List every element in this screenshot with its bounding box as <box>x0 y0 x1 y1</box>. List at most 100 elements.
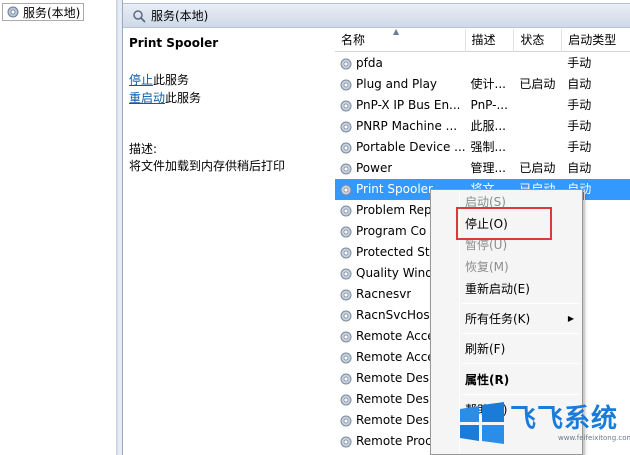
service-name: pfda <box>356 56 383 70</box>
pane-header: 服务(本地) <box>123 3 630 28</box>
service-name: Quality Wind <box>356 266 433 280</box>
service-name: PNRP Machine ... <box>356 119 458 133</box>
watermark: 飞飞系统 www.feifeixitong.com <box>458 398 630 455</box>
table-row[interactable]: PnP-X IP Bus En... PnP-... 手动 <box>335 95 630 116</box>
service-description-cell: 管理... <box>470 161 506 175</box>
stop-service-link[interactable]: 停止 <box>129 73 153 87</box>
menu-separator <box>462 363 579 364</box>
service-status-cell <box>514 95 562 116</box>
service-name: Program Co <box>356 224 427 238</box>
service-name: Remote Desl <box>356 392 433 406</box>
console-tree: 服务(本地) <box>0 0 117 455</box>
service-gear-icon <box>339 246 353 260</box>
service-gear-icon <box>339 78 353 92</box>
service-name-cell: Power <box>335 158 466 179</box>
service-gear-icon <box>339 351 353 365</box>
table-row[interactable]: Plug and Play 使计... 已启动 自动 <box>335 74 630 95</box>
service-status-cell <box>514 116 562 137</box>
service-startup-cell: 手动 <box>567 119 592 133</box>
service-status-cell: 已启动 <box>519 77 556 91</box>
service-gear-icon <box>339 225 353 239</box>
column-header-status[interactable]: 状态 <box>514 29 563 52</box>
column-header-startup-type[interactable]: 启动类型 <box>562 29 630 52</box>
service-name: Remote Acce <box>356 350 435 364</box>
column-header-name[interactable]: ▲ 名称 <box>335 29 466 52</box>
service-description-cell <box>466 53 515 74</box>
gear-icon <box>6 5 20 19</box>
stop-service-line: 停止此服务 <box>129 71 189 88</box>
column-header-description[interactable]: 描述 <box>466 29 515 52</box>
service-name: Power <box>356 161 393 175</box>
service-gear-icon <box>339 393 353 407</box>
menu-item-resume[interactable]: 恢复(M) <box>465 257 509 277</box>
service-gear-icon <box>339 414 353 428</box>
service-gear-icon <box>339 204 353 218</box>
service-gear-icon <box>339 141 353 155</box>
sort-ascending-icon: ▲ <box>393 29 400 36</box>
service-name: Remote Deskt <box>356 413 441 427</box>
service-startup-cell: 手动 <box>567 98 592 112</box>
service-name: Problem Rep <box>356 203 432 217</box>
tree-item-label: 服务(本地) <box>23 5 81 20</box>
table-row[interactable]: Portable Device ... 强制... 手动 <box>335 137 630 158</box>
service-startup-cell: 自动 <box>567 161 592 175</box>
service-gear-icon <box>339 183 353 197</box>
service-status-cell: 已启动 <box>519 161 556 175</box>
service-startup-cell: 手动 <box>567 56 592 70</box>
service-gear-icon <box>339 288 353 302</box>
stop-service-suffix: 此服务 <box>153 73 190 87</box>
service-gear-icon <box>339 435 353 449</box>
menu-separator <box>462 394 579 395</box>
service-name: Print Spooler <box>356 182 433 196</box>
service-description-cell: PnP-... <box>470 98 508 112</box>
services-window: 服务(本地) 服务(本地) Print Spooler 停止此服务 重启动此服务… <box>0 0 630 455</box>
menu-item-refresh[interactable]: 刷新(F) <box>465 339 505 359</box>
watermark-url: www.feifeixitong.com <box>558 434 630 442</box>
service-description-cell: 使计... <box>470 77 506 91</box>
service-name: Remote Desl <box>356 371 433 385</box>
service-gear-icon <box>339 162 353 176</box>
restart-service-suffix: 此服务 <box>165 91 202 105</box>
service-status-cell <box>514 137 562 158</box>
submenu-arrow-icon: ▶ <box>567 314 574 323</box>
service-name-cell: PNRP Machine ... <box>335 116 466 137</box>
service-name: Portable Device ... <box>356 140 466 154</box>
watermark-title: 飞飞系统 <box>510 404 619 434</box>
service-gear-icon <box>339 330 353 344</box>
service-gear-icon <box>339 57 353 71</box>
menu-separator <box>462 333 579 334</box>
search-icon <box>132 9 146 23</box>
list-header: ▲ 名称 描述 状态 启动类型 <box>335 29 630 52</box>
table-row[interactable]: pfda 手动 <box>335 53 630 74</box>
service-startup-cell: 自动 <box>567 77 592 91</box>
service-description-cell: 此服... <box>470 119 506 133</box>
menu-item-restart[interactable]: 重新启动(E) <box>465 279 530 299</box>
service-name: Print Spooler <box>129 36 219 50</box>
table-row[interactable]: Power 管理... 已启动 自动 <box>335 158 630 179</box>
menu-item-properties[interactable]: 属性(R) <box>465 370 509 390</box>
tree-item-services-local[interactable]: 服务(本地) <box>2 3 85 21</box>
stop-highlight-annotation <box>456 207 552 240</box>
restart-service-line: 重启动此服务 <box>129 89 201 106</box>
service-gear-icon <box>339 99 353 113</box>
windows-logo-icon <box>460 402 504 444</box>
table-row[interactable]: PNRP Machine ... 此服... 手动 <box>335 116 630 137</box>
restart-service-link[interactable]: 重启动 <box>129 91 165 105</box>
service-name: PnP-X IP Bus En... <box>356 98 461 112</box>
service-name: RacnSvcHost <box>356 308 435 322</box>
pane-title: 服务(本地) <box>151 9 209 23</box>
menu-item-all-tasks[interactable]: 所有任务(K) <box>465 309 530 329</box>
menu-separator <box>462 303 579 304</box>
description-label: 描述: <box>129 142 158 156</box>
service-name-cell: pfda <box>335 53 466 74</box>
service-gear-icon <box>339 120 353 134</box>
service-description-cell: 强制... <box>470 140 506 154</box>
service-name: Plug and Play <box>356 77 438 91</box>
service-name: Remote Acce <box>356 329 435 343</box>
service-status-cell <box>514 53 562 74</box>
service-name-cell: Plug and Play <box>335 74 466 95</box>
description-panel: Print Spooler 停止此服务 重启动此服务 描述: 将文件加载到内存供… <box>123 29 335 455</box>
service-gear-icon <box>339 267 353 281</box>
service-startup-cell: 手动 <box>567 140 592 154</box>
service-name-cell: PnP-X IP Bus En... <box>335 95 466 116</box>
